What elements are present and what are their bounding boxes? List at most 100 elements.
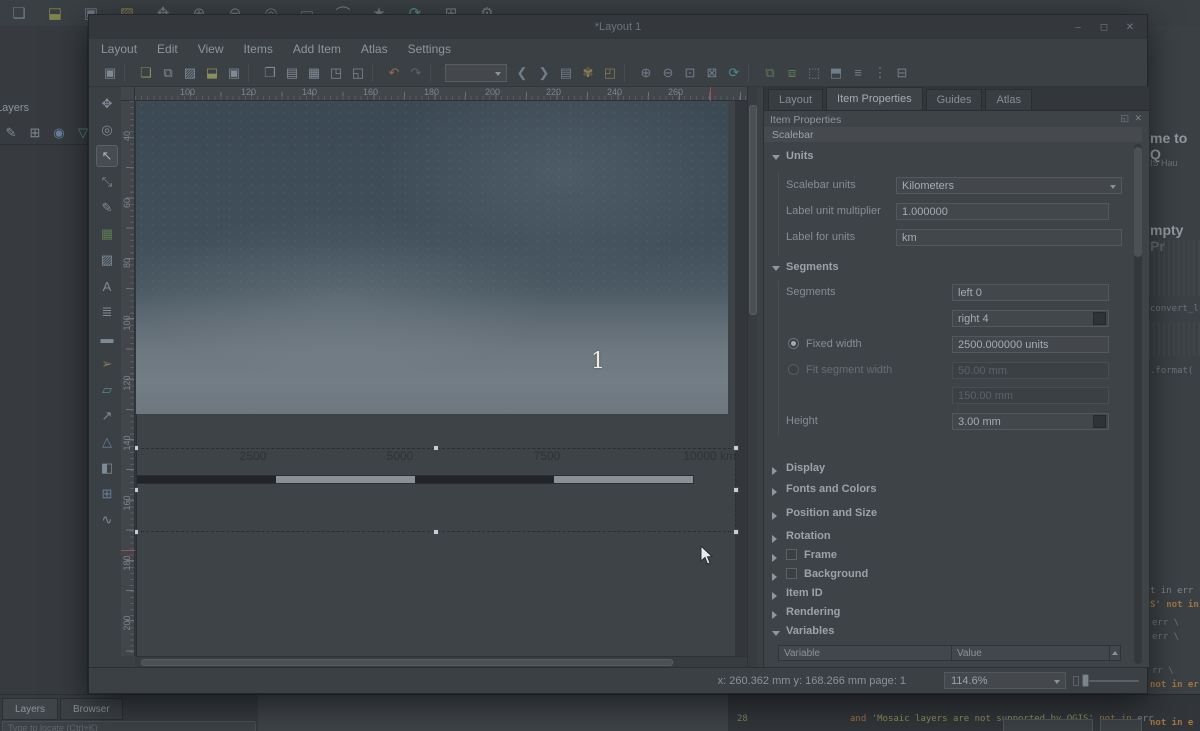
zoom-region-icon[interactable]: ◰ (599, 62, 621, 84)
tab-item-properties[interactable]: Item Properties (826, 87, 923, 110)
tab-layers[interactable]: Layers (2, 698, 59, 720)
float-panel-icon[interactable]: ◱ (1120, 113, 1129, 124)
scrollbar-thumb[interactable] (749, 105, 757, 315)
refresh-view-icon[interactable]: ⟳ (723, 62, 745, 84)
add-map-icon[interactable]: ▦ (96, 223, 118, 245)
section-frame[interactable]: Frame (804, 549, 837, 561)
add-arrow-icon[interactable]: ↗ (96, 405, 118, 427)
manage-map-themes-icon[interactable]: ◉ (48, 122, 70, 144)
scrollbar-thumb[interactable] (141, 659, 673, 666)
section-segments[interactable]: Segments (786, 261, 839, 273)
variables-scroll-up[interactable] (1109, 645, 1121, 661)
section-fonts-colors[interactable]: Fonts and Colors (786, 483, 876, 495)
raise-items-icon[interactable]: ⬒ (825, 62, 847, 84)
resize-handle[interactable] (733, 529, 739, 535)
save-as-layout-icon[interactable]: ▣ (223, 62, 245, 84)
add-plot-icon[interactable]: ∿ (96, 509, 118, 531)
tab-guides[interactable]: Guides (925, 89, 983, 110)
section-background[interactable]: Background (804, 568, 868, 580)
fixed-width-input[interactable]: 2500.000000 units (952, 336, 1109, 353)
data-defined-override-icon[interactable] (1093, 415, 1106, 428)
new-page-icon[interactable]: ❐ (259, 62, 281, 84)
toolbar-combo[interactable] (445, 63, 507, 82)
close-button[interactable]: ✕ (1117, 15, 1143, 39)
chevron-right-icon[interactable] (772, 512, 777, 520)
menu-layout[interactable]: Layout (101, 42, 137, 56)
locator-bar[interactable]: Type to locate (Ctrl+K) (2, 721, 256, 731)
add-picture-icon[interactable]: ▨ (96, 249, 118, 271)
undo-icon[interactable]: ↶ (383, 62, 405, 84)
layout-manager-icon[interactable]: ▨ (179, 62, 201, 84)
vertical-scrollbar[interactable] (747, 87, 757, 667)
zoom-in-icon[interactable]: ⊕ (635, 62, 657, 84)
export-image-icon[interactable]: ▦ (303, 62, 325, 84)
section-item-id[interactable]: Item ID (786, 587, 823, 599)
save-layout-icon[interactable]: ▣ (99, 62, 121, 84)
chevron-right-icon[interactable] (772, 554, 777, 562)
spinner[interactable] (1108, 284, 1109, 301)
resize-handle[interactable] (433, 445, 439, 451)
print-layout-icon[interactable]: ▤ (281, 62, 303, 84)
map-item[interactable]: 1 (136, 101, 728, 414)
background-checkbox[interactable] (786, 568, 797, 579)
menu-settings[interactable]: Settings (408, 42, 451, 56)
fixed-width-radio[interactable] (788, 338, 799, 349)
add-node-item-icon[interactable]: △ (96, 431, 118, 453)
open-layout-icon[interactable]: ⬓ (201, 62, 223, 84)
section-rotation[interactable]: Rotation (786, 530, 831, 542)
panel-scrollbar[interactable] (1134, 144, 1142, 664)
console-find-options[interactable] (1100, 719, 1142, 731)
menu-view[interactable]: View (198, 42, 224, 56)
section-display[interactable]: Display (786, 462, 825, 474)
close-panel-icon[interactable]: ✕ (1134, 113, 1142, 124)
section-units[interactable]: Units (786, 150, 814, 162)
section-position-size[interactable]: Position and Size (786, 507, 877, 519)
atlas-print-icon[interactable]: ▤ (555, 62, 577, 84)
select-move-item-icon[interactable]: ↖ (96, 145, 118, 167)
minimize-button[interactable]: – (1065, 15, 1091, 39)
menu-add-item[interactable]: Add Item (293, 42, 341, 56)
add-scalebar-icon[interactable]: ▬ (96, 327, 118, 349)
unlock-items-icon[interactable]: ⬚ (803, 62, 825, 84)
duplicate-layout-icon[interactable]: ⧉ (157, 62, 179, 84)
resize-handle[interactable] (733, 487, 739, 493)
menu-atlas[interactable]: Atlas (361, 42, 388, 56)
add-shape-icon[interactable]: ▱ (96, 379, 118, 401)
resize-handle[interactable] (135, 445, 139, 451)
chevron-right-icon[interactable] (772, 488, 777, 496)
vertical-ruler[interactable]: 40 60 80 100 120 140 160 180 200 (121, 101, 135, 656)
spinner[interactable] (1108, 413, 1109, 430)
chevron-right-icon[interactable] (772, 611, 777, 619)
horizontal-ruler[interactable]: 100 120 140 160 180 200 220 240 260 (135, 87, 747, 101)
new-layout-icon[interactable]: ❏ (135, 62, 157, 84)
frame-checkbox[interactable] (786, 549, 797, 560)
tab-browser[interactable]: Browser (60, 698, 123, 720)
variables-col-variable[interactable]: Variable (778, 645, 952, 661)
resize-handle[interactable] (433, 529, 439, 535)
data-defined-override-icon[interactable] (1093, 312, 1106, 325)
section-rendering[interactable]: Rendering (786, 606, 840, 618)
atlas-first-icon[interactable]: ❮ (511, 62, 533, 84)
pan-icon[interactable]: ✥ (96, 93, 118, 115)
edit-nodes-item-icon[interactable]: ✎ (96, 197, 118, 219)
layout-canvas[interactable]: 1 2500 5000 7500 10000 km (135, 101, 747, 656)
spinner[interactable] (1108, 310, 1109, 327)
layer-styling-icon[interactable]: ✎ (0, 122, 22, 144)
resize-handle[interactable] (733, 445, 739, 451)
add-legend-icon[interactable]: ≣ (96, 301, 118, 323)
chevron-right-icon[interactable] (772, 573, 777, 581)
fit-width-radio[interactable] (788, 364, 799, 375)
atlas-next-icon[interactable]: ❯ (533, 62, 555, 84)
resize-handle[interactable] (135, 487, 139, 493)
zoom-icon[interactable]: ◎ (96, 119, 118, 141)
zoom-level-combo[interactable]: 114.6% (944, 672, 1066, 689)
resize-items-icon[interactable]: ⊟ (891, 62, 913, 84)
python-console[interactable]: 28 and 'Mosaic layers are not supported … (728, 694, 1200, 731)
lock-items-icon[interactable]: ⧈ (781, 62, 803, 84)
spinner[interactable] (1108, 203, 1109, 220)
window-titlebar[interactable]: *Layout 1 – ◻ ✕ (89, 15, 1147, 39)
page-number-label-item[interactable]: 1 (591, 349, 605, 374)
add-html-icon[interactable]: ◧ (96, 457, 118, 479)
maximize-button[interactable]: ◻ (1091, 15, 1117, 39)
export-pdf-icon[interactable]: ◱ (347, 62, 369, 84)
